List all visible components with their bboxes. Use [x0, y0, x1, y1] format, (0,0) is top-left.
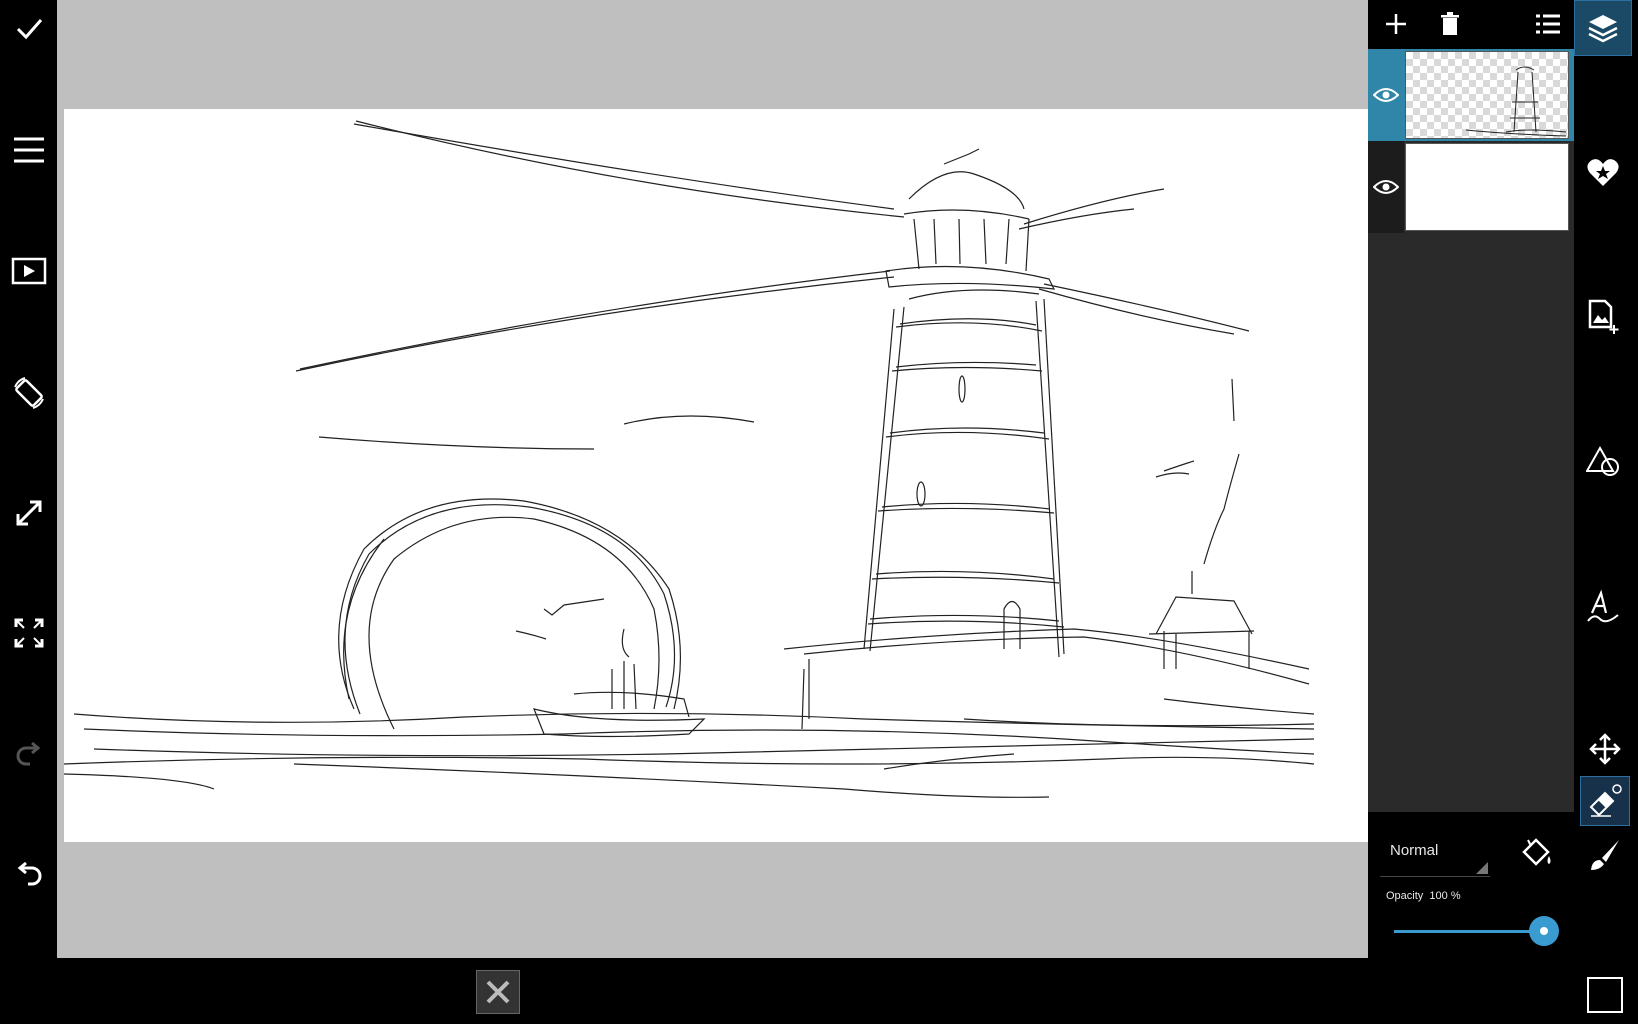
- check-icon: [16, 19, 42, 40]
- trash-icon: [1441, 12, 1459, 35]
- delete-layer-button[interactable]: [1432, 6, 1468, 42]
- layer-item[interactable]: [1368, 141, 1574, 233]
- play-icon: [11, 257, 46, 285]
- bottom-bar: [0, 958, 1638, 1024]
- paint-bucket-icon: [1522, 838, 1551, 866]
- eye-icon: [1373, 88, 1399, 102]
- undo-button[interactable]: [0, 854, 57, 896]
- layers-panel: Normal Opacity 100 %: [1368, 0, 1574, 958]
- fill-bucket-button[interactable]: [1514, 832, 1558, 876]
- heart-star-icon: [1587, 159, 1619, 186]
- opacity-slider-thumb[interactable]: [1529, 916, 1559, 946]
- layer-thumbnail: [1405, 51, 1569, 139]
- right-toolbar: [1574, 0, 1638, 1024]
- menu-button[interactable]: [0, 128, 57, 172]
- add-layer-button[interactable]: [1378, 6, 1414, 42]
- diagonal-arrow-icon: [16, 500, 41, 526]
- layer-visibility-toggle[interactable]: [1368, 141, 1404, 233]
- eraser-tool-button[interactable]: [1580, 776, 1630, 826]
- redo-icon: [16, 741, 40, 766]
- rotate-button[interactable]: [0, 372, 57, 414]
- lighthouse-sketch: [64, 120, 1315, 798]
- color-swatch-button[interactable]: [1580, 972, 1630, 1018]
- opacity-text: Opacity: [1386, 890, 1424, 902]
- sketch-thumbnail: [1465, 66, 1567, 137]
- dismiss-button[interactable]: [476, 970, 520, 1014]
- confirm-button[interactable]: [0, 8, 57, 48]
- play-button[interactable]: [0, 250, 57, 292]
- shapes-button[interactable]: [1574, 438, 1632, 486]
- redo-button[interactable]: [0, 734, 57, 776]
- square-icon: [1587, 977, 1623, 1013]
- undo-icon: [17, 861, 41, 886]
- expand-icon: [14, 618, 43, 648]
- text-button[interactable]: [1574, 582, 1632, 632]
- dropdown-corner-icon: [1476, 862, 1488, 874]
- text-icon: [1587, 589, 1619, 623]
- canvas-area[interactable]: [57, 0, 1368, 958]
- brush-icon: [1591, 840, 1619, 870]
- list-icon: [1536, 14, 1560, 34]
- layers-toolbar: [1368, 0, 1574, 49]
- move-tool-button[interactable]: [1580, 726, 1630, 772]
- brush-tool-button[interactable]: [1580, 830, 1630, 880]
- add-image-icon: [1588, 299, 1619, 334]
- drawing-canvas[interactable]: [64, 109, 1368, 842]
- layers-icon: [1588, 15, 1618, 43]
- resize-button[interactable]: [0, 492, 57, 534]
- favorites-button[interactable]: [1574, 148, 1632, 196]
- slider-thumb-dot: [1540, 927, 1548, 935]
- layer-item[interactable]: [1368, 49, 1574, 141]
- fullscreen-button[interactable]: [0, 612, 57, 654]
- close-icon: [486, 980, 510, 1004]
- plus-icon: [1386, 14, 1406, 34]
- opacity-label: Opacity 100 %: [1386, 890, 1461, 902]
- blend-underline: [1380, 876, 1490, 877]
- layer-properties: Normal Opacity 100 %: [1368, 812, 1574, 958]
- move-icon: [1589, 733, 1621, 765]
- shapes-icon: [1586, 445, 1619, 476]
- layer-visibility-toggle[interactable]: [1368, 49, 1404, 141]
- layers-button[interactable]: [1574, 0, 1632, 56]
- layer-thumbnail: [1405, 143, 1569, 231]
- eye-icon: [1373, 180, 1399, 194]
- add-image-button[interactable]: [1574, 292, 1632, 342]
- eraser-icon: [1589, 784, 1622, 817]
- hamburger-icon: [13, 137, 44, 163]
- layer-list-button[interactable]: [1530, 6, 1566, 42]
- opacity-value: 100 %: [1429, 890, 1461, 902]
- blend-mode-select[interactable]: Normal: [1390, 842, 1438, 859]
- opacity-slider-track[interactable]: [1394, 930, 1544, 933]
- left-toolbar: [0, 0, 57, 1024]
- rotate-screen-icon: [13, 377, 44, 409]
